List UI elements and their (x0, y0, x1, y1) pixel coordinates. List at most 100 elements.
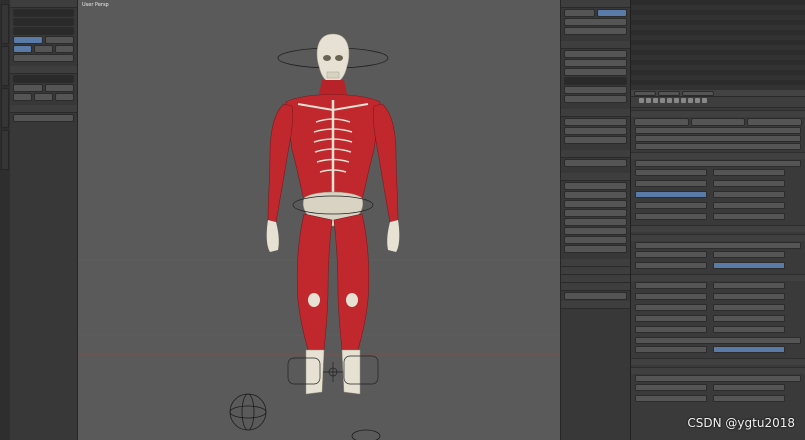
tool-shelf-section-header[interactable] (10, 105, 77, 113)
prop-field[interactable] (564, 159, 627, 167)
prop-field[interactable] (564, 136, 627, 144)
fps-field[interactable] (713, 202, 785, 209)
prop-checkbox[interactable] (564, 218, 627, 226)
tool-toggle[interactable] (55, 93, 74, 101)
tab-icon[interactable] (660, 98, 665, 103)
props-section-header[interactable] (561, 173, 630, 181)
tool-toggle[interactable] (13, 84, 43, 92)
frame-field[interactable] (713, 191, 785, 198)
prop-field[interactable] (564, 18, 627, 26)
tab-icon[interactable] (681, 98, 686, 103)
tool-toggle[interactable] (13, 93, 32, 101)
prop-field[interactable] (564, 59, 627, 67)
sampling-field[interactable] (713, 282, 785, 289)
prop-checkbox[interactable] (564, 200, 627, 208)
render-field[interactable] (635, 127, 801, 134)
aspect-field[interactable] (635, 202, 707, 209)
prop-field[interactable] (564, 236, 627, 244)
prop-field[interactable] (564, 77, 627, 85)
prop-button[interactable] (564, 292, 627, 300)
sampling-field[interactable] (713, 326, 785, 333)
preset-dropdown[interactable] (635, 160, 801, 167)
props-section-header[interactable] (561, 150, 630, 158)
tab-icon[interactable] (667, 98, 672, 103)
prop-toggle[interactable] (564, 9, 595, 17)
tool-toggle[interactable] (34, 93, 53, 101)
tool-dropdown[interactable] (13, 54, 74, 62)
prop-field[interactable] (564, 86, 627, 94)
frame-field[interactable] (713, 180, 785, 187)
prop-checkbox[interactable] (564, 191, 627, 199)
prop-toggle[interactable] (596, 9, 627, 17)
render-button[interactable] (747, 118, 803, 126)
props-section-header[interactable] (561, 41, 630, 49)
seed-toggle[interactable] (713, 346, 785, 353)
3d-viewport[interactable]: User Persp (78, 0, 560, 440)
header-dropdown[interactable] (658, 90, 680, 96)
output-section-header[interactable] (631, 234, 805, 241)
tool-tab[interactable] (1, 88, 9, 128)
percentage-slider[interactable] (635, 191, 707, 198)
tab-icon[interactable] (695, 98, 700, 103)
prop-field[interactable] (564, 95, 627, 103)
tool-button[interactable] (13, 9, 74, 17)
dimensions-section-header[interactable] (631, 152, 805, 159)
sampling-field[interactable] (713, 315, 785, 322)
prop-field[interactable] (564, 118, 627, 126)
time-field[interactable] (713, 213, 785, 220)
sampling-field[interactable] (635, 282, 707, 289)
tool-button[interactable] (13, 75, 74, 83)
props-section-header[interactable] (561, 109, 630, 117)
prop-button[interactable] (564, 245, 627, 253)
tab-icon[interactable] (653, 98, 658, 103)
tool-tab[interactable] (1, 46, 9, 86)
sampling-field[interactable] (635, 304, 707, 311)
bounces-field[interactable] (635, 395, 707, 402)
pattern-dropdown[interactable] (635, 337, 801, 344)
render-icon[interactable] (639, 98, 644, 103)
tool-toggle[interactable] (13, 36, 43, 44)
sampling-section-header[interactable] (631, 274, 805, 281)
tab-icon[interactable] (688, 98, 693, 103)
tool-toggle[interactable] (55, 45, 74, 53)
header-dropdown[interactable] (634, 90, 656, 96)
outliner-panel[interactable] (630, 0, 805, 90)
prop-checkbox[interactable] (564, 182, 627, 190)
render-field[interactable] (635, 135, 801, 142)
prop-field[interactable] (564, 227, 627, 235)
sampling-field[interactable] (635, 326, 707, 333)
tool-toggle[interactable] (13, 45, 32, 53)
render-button[interactable] (634, 118, 689, 126)
render-field[interactable] (635, 143, 801, 150)
sampling-field[interactable] (635, 293, 707, 300)
bounces-field[interactable] (713, 384, 785, 391)
sampling-field[interactable] (713, 293, 785, 300)
prop-field[interactable] (564, 27, 627, 35)
prop-field[interactable] (564, 68, 627, 76)
tool-toggle[interactable] (34, 45, 53, 53)
sampling-field[interactable] (713, 304, 785, 311)
render-section-header[interactable] (631, 110, 805, 117)
props-section-header[interactable] (561, 275, 630, 283)
props-section-header[interactable] (561, 0, 630, 8)
tool-button[interactable] (13, 18, 74, 26)
output-option[interactable] (635, 251, 707, 258)
output-option[interactable] (713, 251, 785, 258)
output-path-field[interactable] (635, 242, 801, 249)
prop-field[interactable] (564, 127, 627, 135)
geometry-section-header[interactable] (631, 358, 805, 365)
aspect-field[interactable] (635, 213, 707, 220)
bounces-field[interactable] (713, 395, 785, 402)
bounces-field[interactable] (635, 384, 707, 391)
metadata-section-header[interactable] (631, 225, 805, 232)
resolution-field[interactable] (635, 169, 707, 176)
sampling-field[interactable] (635, 315, 707, 322)
props-section-header[interactable] (561, 267, 630, 275)
frame-field[interactable] (713, 169, 785, 176)
tool-toggle[interactable] (44, 36, 74, 44)
camera-icon[interactable] (646, 98, 651, 103)
tab-icon[interactable] (674, 98, 679, 103)
tool-tab[interactable] (1, 130, 9, 170)
light-paths-section-header[interactable] (631, 367, 805, 374)
tool-button[interactable] (13, 27, 74, 35)
